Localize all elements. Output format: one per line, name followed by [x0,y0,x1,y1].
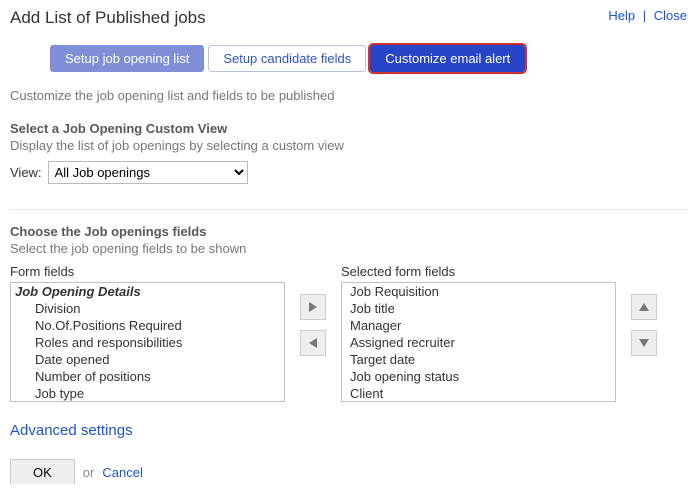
list-item[interactable]: No.Of.Positions Required [11,317,284,334]
intro-text: Customize the job opening list and field… [10,88,687,103]
list-item[interactable]: Assigned recruiter [342,334,615,351]
custom-view-heading: Select a Job Opening Custom View [10,121,687,136]
fields-sub: Select the job opening fields to be show… [10,241,687,256]
chevron-down-icon [639,339,649,347]
list-item[interactable]: Job opening status [342,368,615,385]
tab-setup-candidate-fields[interactable]: Setup candidate fields [208,45,366,72]
form-fields-label: Form fields [10,264,285,279]
list-item[interactable]: Number of positions [11,368,284,385]
selected-fields-listbox[interactable]: Job Requisition Job title Manager Assign… [341,282,616,402]
list-item[interactable]: Job Requisition [342,283,615,300]
list-item[interactable]: Job type [11,385,284,402]
list-item[interactable]: Division [11,300,284,317]
list-item[interactable]: Manager [342,317,615,334]
advanced-settings-link[interactable]: Advanced settings [10,422,133,439]
custom-view-sub: Display the list of job openings by sele… [10,138,687,153]
move-left-button[interactable] [300,330,326,356]
list-item[interactable]: Date opened [11,351,284,368]
move-down-button[interactable] [631,330,657,356]
available-fields-listbox[interactable]: Job Opening Details Division No.Of.Posit… [10,282,285,402]
list-item[interactable]: Target date [342,351,615,368]
cancel-link[interactable]: Cancel [102,465,142,480]
chevron-right-icon [309,302,317,312]
list-item[interactable]: Client [342,385,615,402]
chevron-left-icon [309,338,317,348]
list-item[interactable]: Job title [342,300,615,317]
divider [10,209,687,210]
move-right-button[interactable] [300,294,326,320]
tab-customize-email-alert[interactable]: Customize email alert [370,45,525,72]
chevron-up-icon [639,303,649,311]
field-group-head: Job Opening Details [11,283,284,300]
separator: | [643,8,646,23]
main-scroll[interactable]: Setup job opening list Setup candidate f… [0,34,697,484]
view-select[interactable]: All Job openings [48,161,248,184]
tab-setup-job-list[interactable]: Setup job opening list [50,45,204,72]
or-text: or [83,465,95,480]
ok-button[interactable]: OK [10,459,75,484]
selected-fields-label: Selected form fields [341,264,616,279]
move-up-button[interactable] [631,294,657,320]
list-item[interactable]: Roles and responsibilities [11,334,284,351]
page-title: Add List of Published jobs [10,8,206,28]
close-link[interactable]: Close [654,8,687,23]
help-link[interactable]: Help [608,8,635,23]
view-label: View: [10,165,42,180]
fields-heading: Choose the Job openings fields [10,224,687,239]
